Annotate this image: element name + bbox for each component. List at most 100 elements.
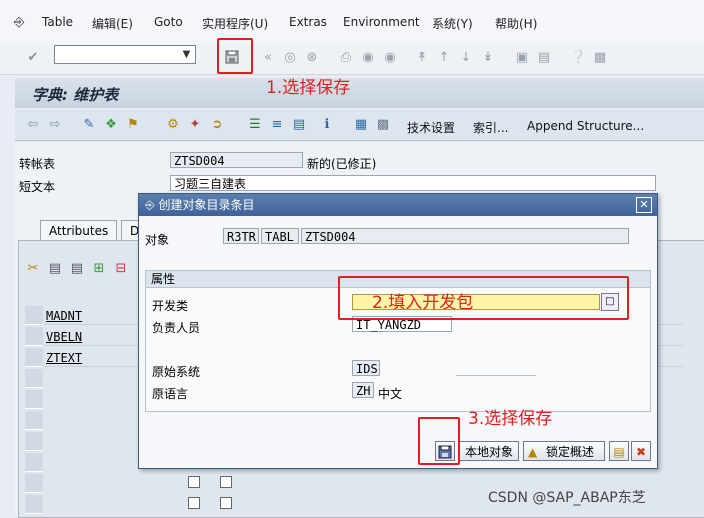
close-icon[interactable]: ✕	[636, 197, 652, 213]
key-checkbox[interactable]	[188, 497, 200, 509]
menu-edit[interactable]: 编辑(E)	[92, 15, 133, 32]
append-structure-button[interactable]: Append Structure...	[527, 119, 644, 133]
grid-icon[interactable]: ▩	[375, 117, 391, 133]
cancel-icon[interactable]: ⊗	[304, 50, 320, 66]
object-label: 对象	[145, 233, 170, 247]
activate-icon[interactable]: ⚑	[125, 117, 141, 133]
tech-settings-button[interactable]: 技术设置	[407, 119, 455, 136]
menu-system[interactable]: 系统(Y)	[432, 15, 473, 32]
annotation-box-save	[217, 38, 253, 74]
row-selector[interactable]	[25, 390, 43, 409]
shortcut-icon[interactable]: ▤	[536, 50, 552, 66]
menu-environment[interactable]: Environment	[343, 15, 420, 29]
transport-icon[interactable]: ➲	[209, 117, 225, 133]
annotation-step2: 2.填入开发包	[372, 293, 474, 313]
index-button[interactable]: 索引...	[473, 119, 508, 136]
screen-title-bar: 字典: 维护表	[15, 78, 704, 108]
list-icon[interactable]: ≡	[269, 117, 285, 133]
menu-goto[interactable]: Goto	[154, 15, 183, 29]
back-icon[interactable]: «	[260, 50, 276, 66]
hierarchy-icon[interactable]: ☰	[247, 117, 263, 133]
application-toolbar: ⇦ ⇨ ✎ ❖ ⚑ ⚙ ✦ ➲ ☰ ≡ ▤ ℹ ▦ ▩ 技术设置 索引... A…	[15, 110, 704, 141]
display-change-icon[interactable]: ✎	[81, 117, 97, 133]
object-pgmid-field: R3TR	[223, 228, 259, 244]
previous-page-icon[interactable]: ↑	[436, 50, 452, 66]
row-selector[interactable]	[25, 432, 43, 451]
delete-row-icon[interactable]: ⊟	[113, 261, 129, 277]
page-title: 字典: 维护表	[32, 86, 119, 104]
help-icon[interactable]: ❔	[570, 50, 586, 66]
info-icon[interactable]: ℹ	[319, 117, 335, 133]
lock-overview-button[interactable]: ▲ 锁定概述	[523, 441, 605, 461]
row-selector[interactable]	[25, 327, 43, 346]
dialog-title: 创建对象目录条目	[158, 198, 255, 212]
enter-check-icon[interactable]: ✔	[25, 50, 41, 66]
initial-checkbox[interactable]	[220, 497, 232, 509]
check-objects-icon[interactable]: ❖	[103, 117, 119, 133]
divider	[456, 375, 536, 376]
watermark: CSDN @SAP_ABAP东芝	[488, 490, 646, 506]
object-name-field: ZTSD004	[301, 228, 629, 244]
transport-organizer-icon[interactable]: ▤	[609, 441, 629, 461]
window-menu-icon[interactable]: ⎆	[14, 15, 24, 30]
short-text-field[interactable]: 习题三自建表	[170, 175, 656, 191]
language-field: ZH	[352, 382, 374, 398]
dialog-title-bar: ⎆ 创建对象目录条目 ✕	[139, 194, 657, 216]
find-icon[interactable]: ◉	[360, 50, 376, 66]
command-field[interactable]	[54, 45, 196, 64]
initial-checkbox[interactable]	[220, 476, 232, 488]
short-text-label: 短文本	[19, 180, 56, 194]
tab-attributes[interactable]: Attributes	[40, 220, 118, 241]
field-name-link[interactable]: VBELN	[46, 330, 82, 344]
menu-help[interactable]: 帮助(H)	[495, 15, 537, 32]
copy-icon[interactable]: ▤	[47, 261, 63, 277]
owner-label: 负责人员	[152, 321, 201, 335]
cut-icon[interactable]: ✂	[25, 261, 41, 277]
magic-wand-icon[interactable]: ✦	[187, 117, 203, 133]
menu-bar: ⎆ Table 编辑(E) Goto 实用程序(U) Extras Enviro…	[0, 0, 704, 44]
row-selector[interactable]	[25, 348, 43, 367]
field-name-link[interactable]: ZTEXT	[46, 351, 82, 365]
table-name-field: ZTSD004	[170, 152, 303, 168]
table-contents-icon[interactable]: ▦	[353, 117, 369, 133]
menu-table[interactable]: Table	[42, 15, 73, 29]
print-icon[interactable]: ⎙	[338, 50, 354, 66]
chevron-down-icon[interactable]: ▼	[178, 45, 195, 64]
annotation-box-dialog-save	[418, 417, 460, 465]
table-label: 转帐表	[19, 157, 56, 171]
arrow-right-icon[interactable]: ⇨	[47, 117, 63, 133]
new-session-icon[interactable]: ▣	[514, 50, 530, 66]
other-object-icon[interactable]: ▤	[291, 117, 307, 133]
find-next-icon[interactable]: ◉	[382, 50, 398, 66]
menu-extras[interactable]: Extras	[289, 15, 327, 29]
language-label: 原语言	[152, 387, 189, 401]
layout-menu-icon[interactable]: ▩	[592, 50, 608, 66]
row-selector[interactable]	[25, 369, 43, 388]
first-page-icon[interactable]: ↟	[414, 50, 430, 66]
annotation-step1: 1.选择保存	[266, 78, 351, 98]
cancel-icon[interactable]: ✖	[631, 441, 651, 461]
annotation-step3: 3.选择保存	[468, 409, 553, 429]
where-used-icon[interactable]: ⚙	[165, 117, 181, 133]
local-object-button[interactable]: 本地对象	[459, 441, 519, 461]
package-label: 开发类	[152, 299, 189, 313]
menu-utilities[interactable]: 实用程序(U)	[202, 15, 268, 32]
language-name: 中文	[378, 387, 403, 401]
arrow-left-icon[interactable]: ⇦	[25, 117, 41, 133]
table-status: 新的(已修正)	[307, 157, 377, 171]
object-type-field: TABL	[261, 228, 299, 244]
row-selector[interactable]	[25, 495, 43, 514]
source-system-label: 原始系统	[152, 365, 201, 379]
row-selector[interactable]	[25, 306, 43, 325]
create-object-directory-dialog: ⎆ 创建对象目录条目 ✕ 对象 R3TR TABL ZTSD004 属性 开发类…	[138, 193, 658, 469]
key-checkbox[interactable]	[188, 476, 200, 488]
next-page-icon[interactable]: ↓	[458, 50, 474, 66]
exit-icon[interactable]: ◎	[282, 50, 298, 66]
paste-icon[interactable]: ▤	[69, 261, 85, 277]
row-selector[interactable]	[25, 453, 43, 472]
field-name-link[interactable]: MADNT	[46, 309, 82, 323]
row-selector[interactable]	[25, 411, 43, 430]
insert-row-icon[interactable]: ⊞	[91, 261, 107, 277]
last-page-icon[interactable]: ↡	[480, 50, 496, 66]
row-selector[interactable]	[25, 474, 43, 493]
